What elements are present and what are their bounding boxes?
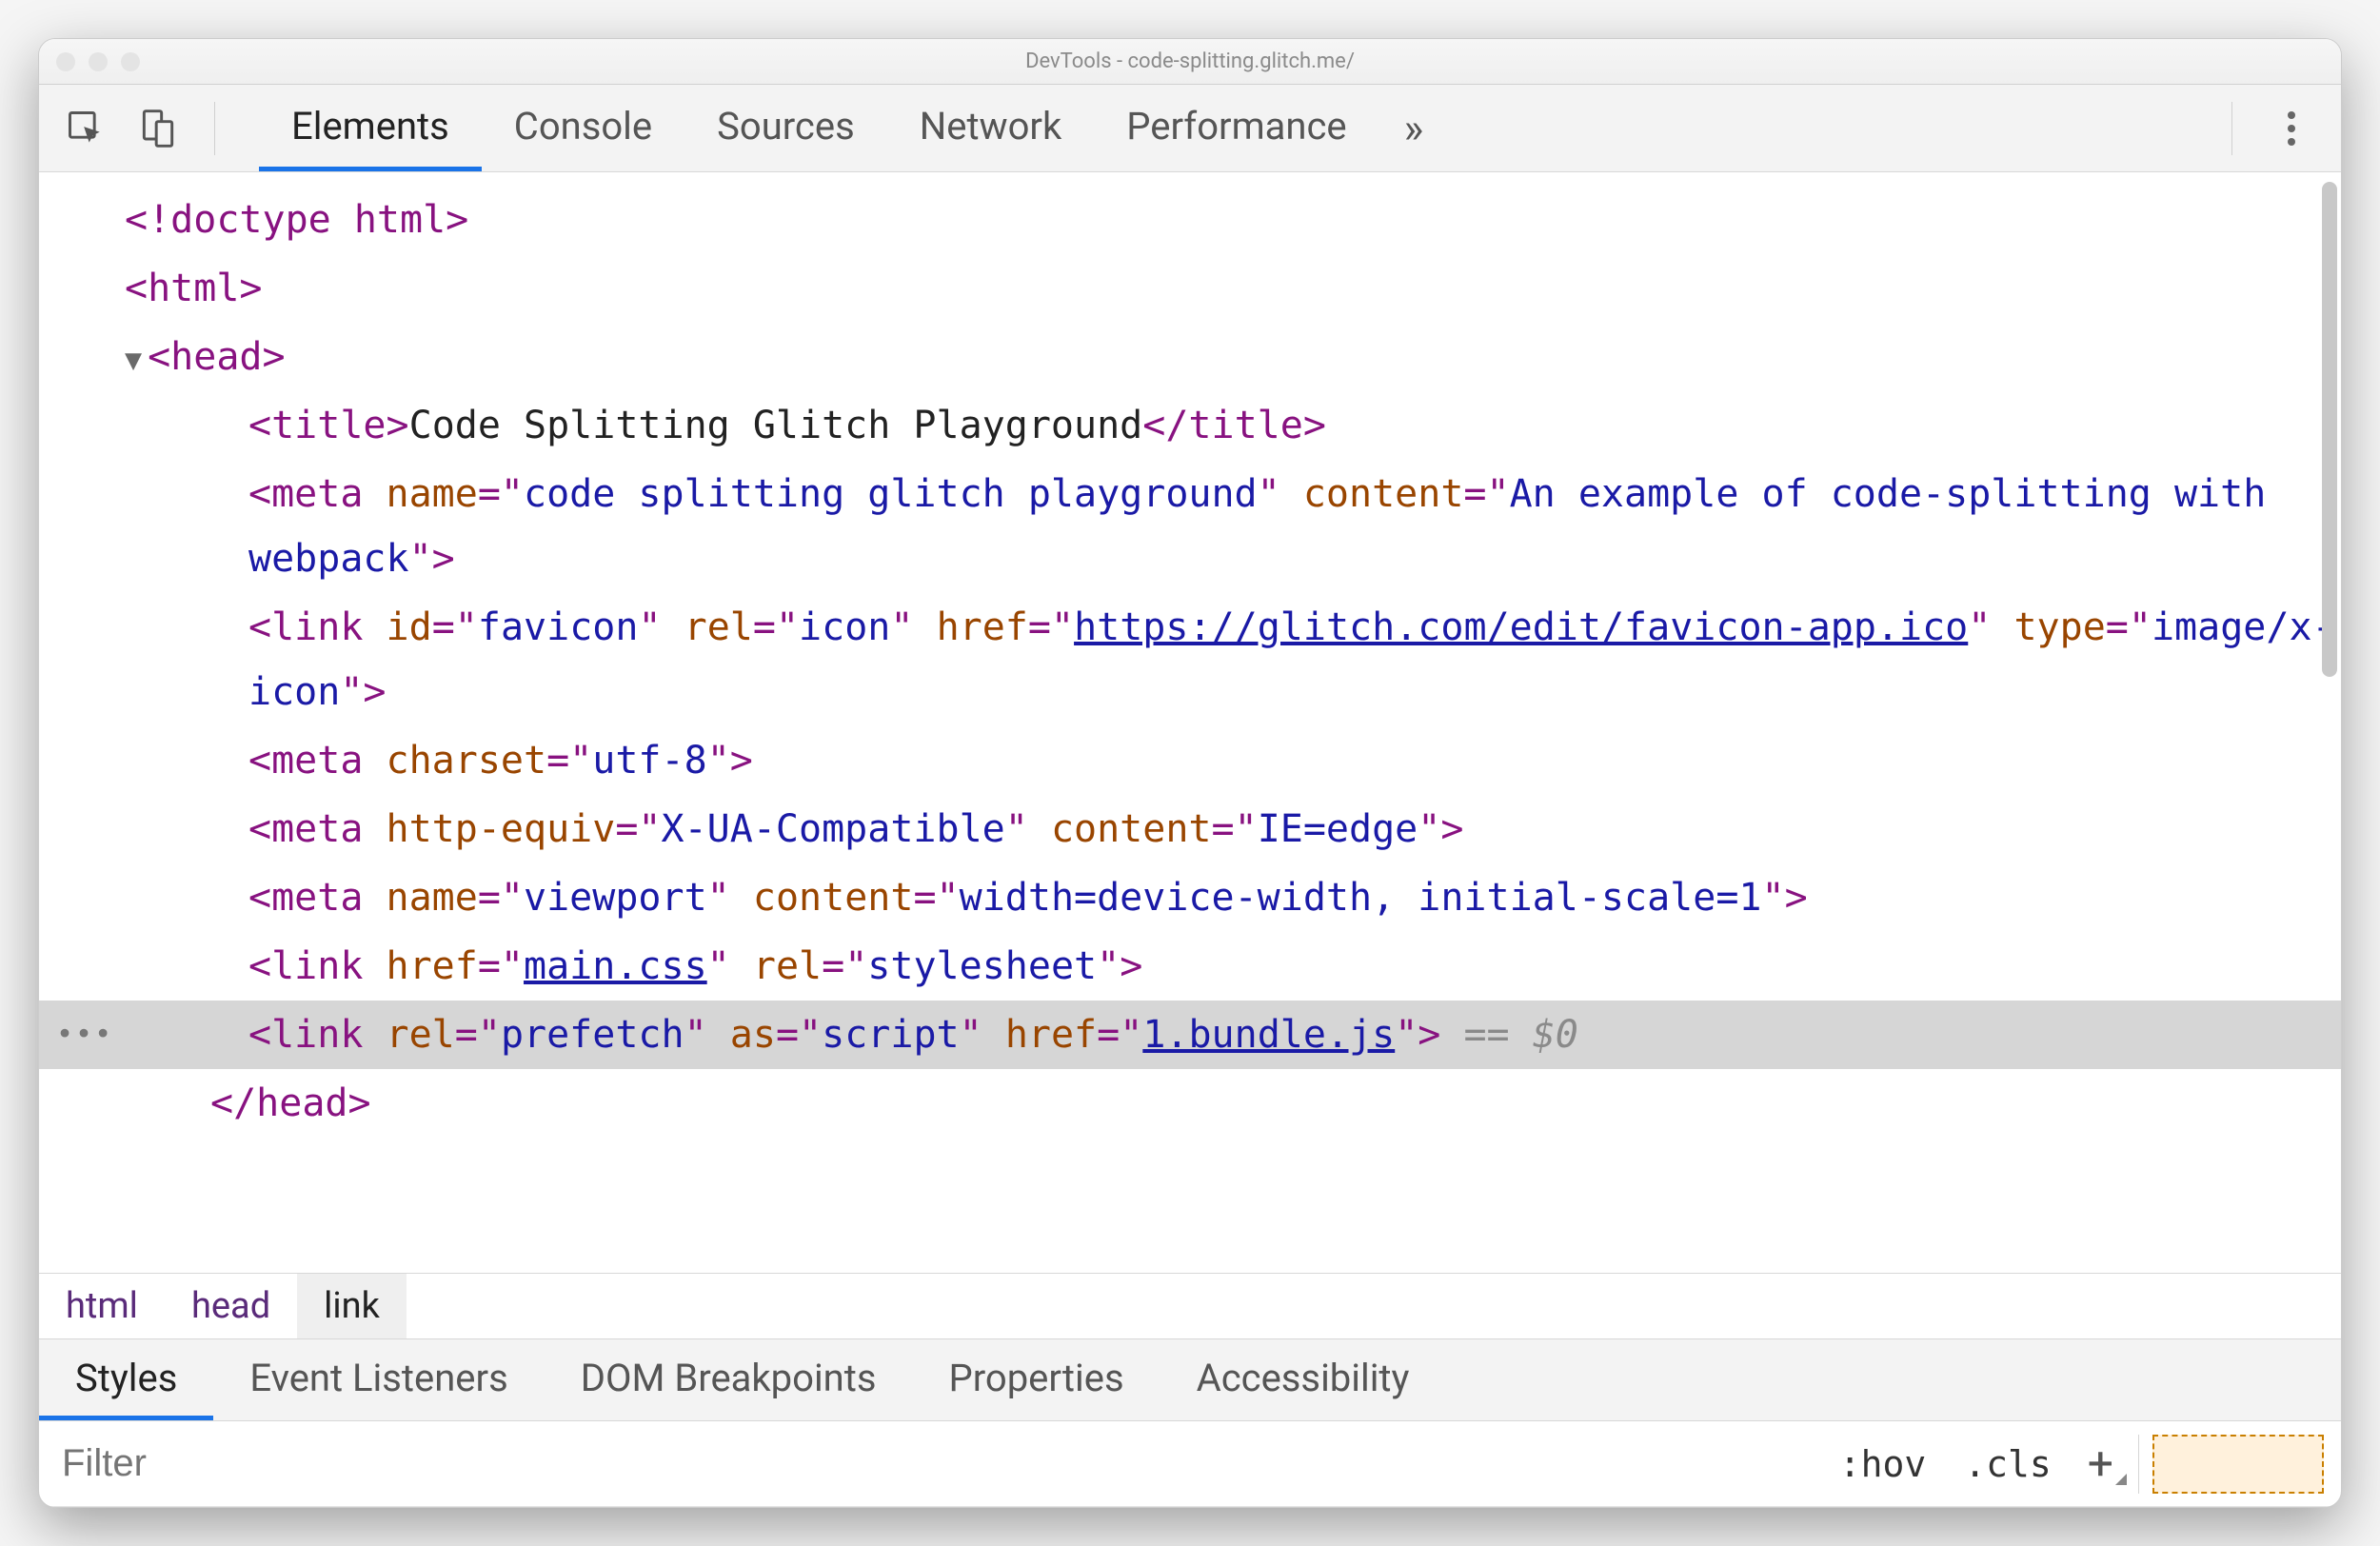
hov-toggle-button[interactable]: :hov <box>1820 1443 1946 1485</box>
dom-node-html[interactable]: <html> <box>39 254 2341 323</box>
sidebar-subtabs: Styles Event Listeners DOM Breakpoints P… <box>39 1339 2341 1421</box>
subtab-accessibility[interactable]: Accessibility <box>1160 1339 1446 1420</box>
dom-node-meta-compat[interactable]: <meta http-equiv="X-UA-Compatible" conte… <box>39 795 2341 863</box>
scrollbar-thumb[interactable] <box>2322 182 2337 677</box>
minimize-dot[interactable] <box>89 52 108 71</box>
expand-arrow-icon[interactable]: ▼ <box>125 336 142 385</box>
dom-node-title[interactable]: <title>Code Splitting Glitch Playground<… <box>39 391 2341 460</box>
tab-elements[interactable]: Elements <box>259 85 482 171</box>
dom-breadcrumb: html head link <box>39 1273 2341 1339</box>
device-toggle-icon[interactable] <box>136 107 180 150</box>
filterbar-divider <box>2138 1435 2139 1494</box>
toolbar-separator <box>214 102 215 155</box>
zoom-dot[interactable] <box>121 52 140 71</box>
dom-node-meta-viewport[interactable]: <meta name="viewport" content="width=dev… <box>39 863 2341 932</box>
panel-tabs: Elements Console Sources Network Perform… <box>259 85 1448 171</box>
inspect-element-icon[interactable] <box>64 107 108 150</box>
crumb-html[interactable]: html <box>39 1274 165 1338</box>
dom-node-doctype[interactable]: <!doctype html> <box>39 186 2341 254</box>
dom-node-meta-charset[interactable]: <meta charset="utf-8"> <box>39 726 2341 795</box>
crumb-link[interactable]: link <box>297 1274 407 1338</box>
tab-network[interactable]: Network <box>887 85 1095 171</box>
subtab-event-listeners[interactable]: Event Listeners <box>213 1339 544 1420</box>
subtab-properties[interactable]: Properties <box>913 1339 1160 1420</box>
window-controls <box>56 52 140 71</box>
cls-toggle-button[interactable]: .cls <box>1945 1443 2071 1485</box>
toolbar-separator-right <box>2231 102 2232 155</box>
dropdown-corner-icon <box>2115 1474 2127 1485</box>
box-model-preview[interactable] <box>2152 1435 2324 1494</box>
styles-filter-input[interactable] <box>56 1433 1820 1495</box>
devtools-toolbar: Elements Console Sources Network Perform… <box>39 85 2341 172</box>
dom-node-link-prefetch-selected[interactable]: <link rel="prefetch" as="script" href="1… <box>39 1001 2341 1069</box>
new-style-rule-button[interactable]: + <box>2071 1437 2131 1491</box>
dom-node-head[interactable]: ▼<head> <box>39 323 2341 391</box>
elements-tree[interactable]: <!doctype html> <html> ▼<head> <title>Co… <box>39 172 2341 1273</box>
window-title: DevTools - code-splitting.glitch.me/ <box>39 50 2341 73</box>
subtab-dom-breakpoints[interactable]: DOM Breakpoints <box>545 1339 913 1420</box>
crumb-head[interactable]: head <box>165 1274 297 1338</box>
dom-node-head-close[interactable]: </head> <box>39 1069 2341 1138</box>
settings-kebab-icon[interactable] <box>2267 106 2316 151</box>
dom-node-meta-description[interactable]: <meta name="code splitting glitch playgr… <box>39 460 2341 593</box>
tab-performance[interactable]: Performance <box>1094 85 1378 171</box>
subtab-styles[interactable]: Styles <box>39 1339 213 1420</box>
devtools-window: DevTools - code-splitting.glitch.me/ Ele… <box>38 38 2342 1508</box>
dom-node-link-favicon[interactable]: <link id="favicon" rel="icon" href="http… <box>39 593 2341 726</box>
dom-node-link-maincss[interactable]: <link href="main.css" rel="stylesheet"> <box>39 932 2341 1001</box>
styles-filter-bar: :hov .cls + <box>39 1421 2341 1507</box>
tab-console[interactable]: Console <box>482 85 684 171</box>
tab-sources[interactable]: Sources <box>684 85 887 171</box>
tabs-overflow-icon[interactable]: » <box>1379 85 1449 171</box>
titlebar: DevTools - code-splitting.glitch.me/ <box>39 39 2341 85</box>
close-dot[interactable] <box>56 52 75 71</box>
